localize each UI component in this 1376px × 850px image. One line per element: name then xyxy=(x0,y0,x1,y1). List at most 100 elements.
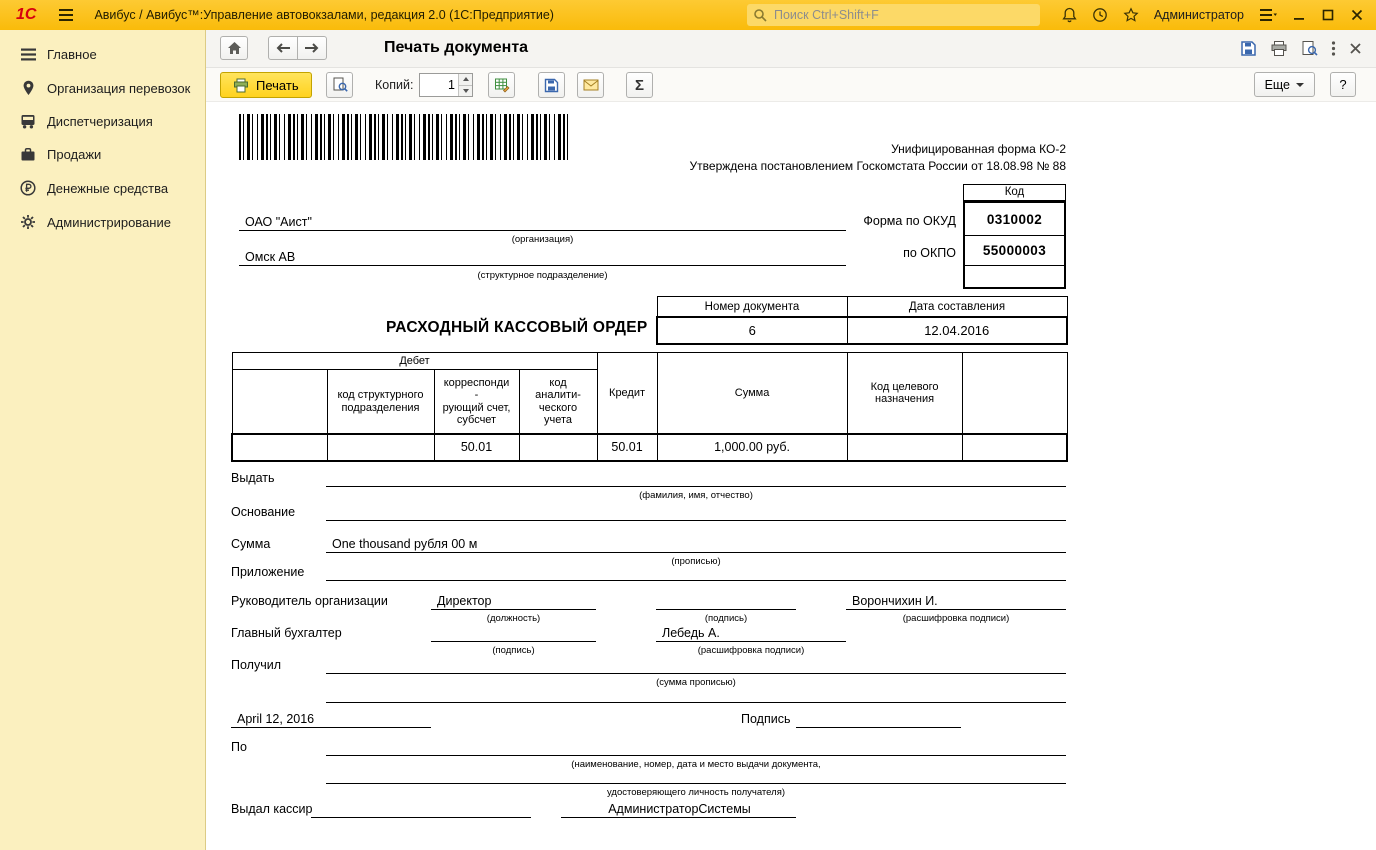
search-icon xyxy=(753,8,767,22)
issue-line xyxy=(326,470,1066,487)
accountant-sign-caption: (подпись) xyxy=(431,645,596,656)
division-caption: (структурное подразделение) xyxy=(239,270,846,281)
received-label: Получил xyxy=(231,658,281,672)
issue-caption: (фамилия, имя, отчество) xyxy=(326,490,1066,501)
analytic-code-header: код аналити- ческого учета xyxy=(519,370,597,435)
form-note-line2: Утверждена постановлением Госкомстата Ро… xyxy=(666,158,1066,175)
head-sign-caption: (подпись) xyxy=(656,613,796,624)
cashier-label: Выдал кассир xyxy=(231,802,312,816)
codes-box: 0310002 55000003 xyxy=(963,201,1066,289)
sidebar-item-main[interactable]: Главное xyxy=(0,38,205,71)
basis-label: Основание xyxy=(231,505,295,519)
corr-account-value: 50.01 xyxy=(434,434,519,461)
empty-subheader xyxy=(232,370,327,435)
table-cell xyxy=(847,434,962,461)
app-title: Авибус / Авибус™:Управление автовокзалам… xyxy=(94,8,554,22)
by-line xyxy=(326,739,1066,756)
table-cell xyxy=(232,434,327,461)
close-window-icon[interactable] xyxy=(1350,8,1364,22)
form-note-line1: Унифицированная форма КО-2 xyxy=(666,141,1066,158)
search-input[interactable] xyxy=(772,7,1026,23)
section-sidebar: Главное Организация перевозок Диспетчери… xyxy=(0,30,205,850)
location-pin-icon xyxy=(20,80,36,96)
amount-label: Сумма xyxy=(231,537,270,551)
organization-caption: (организация) xyxy=(239,234,846,245)
current-user[interactable]: Администратор xyxy=(1154,8,1244,22)
debit-header: Дебет xyxy=(232,353,597,370)
head-label: Руководитель организации xyxy=(231,594,388,608)
accountant-label: Главный бухгалтер xyxy=(231,626,342,640)
table-cell xyxy=(962,434,1067,461)
basis-line xyxy=(326,504,1066,521)
division-line: Омск АВ xyxy=(239,249,846,266)
sidebar-item-label: Администрирование xyxy=(47,215,171,230)
okpo-value: 55000003 xyxy=(965,236,1064,266)
doc-date-header: Дата составления xyxy=(847,297,1067,318)
by-label: По xyxy=(231,740,247,754)
cashier-sign-line xyxy=(311,801,531,818)
sidebar-item-money[interactable]: Денежные средства xyxy=(0,171,205,205)
sidebar-item-label: Денежные средства xyxy=(47,181,168,196)
amount-value: 1,000.00 руб. xyxy=(657,434,847,461)
okud-value: 0310002 xyxy=(965,203,1064,236)
credit-value: 50.01 xyxy=(597,434,657,461)
history-icon[interactable] xyxy=(1092,7,1108,23)
table-cell xyxy=(519,434,597,461)
accounting-table: Дебет Кредит Сумма Код целевого назначен… xyxy=(231,352,1068,462)
amount-header: Сумма xyxy=(657,353,847,435)
head-position-line: Директор xyxy=(431,593,596,610)
credit-header: Кредит xyxy=(597,353,657,435)
sidebar-item-administration[interactable]: Администрирование xyxy=(0,205,205,239)
received-continuation-line xyxy=(326,686,1066,703)
favorites-star-icon[interactable] xyxy=(1123,7,1139,23)
sidebar-item-label: Главное xyxy=(47,47,97,62)
head-sign-line xyxy=(656,593,796,610)
head-name-caption: (расшифровка подписи) xyxy=(846,613,1066,624)
head-name-line: Ворончихин И. xyxy=(846,593,1066,610)
document-title: РАСХОДНЫЙ КАССОВЫЙ ОРДЕР xyxy=(386,319,648,337)
barcode xyxy=(239,114,571,160)
table-cell xyxy=(327,434,434,461)
main-area: Печать документа Печать xyxy=(205,30,1376,850)
sidebar-item-sales[interactable]: Продажи xyxy=(0,138,205,171)
code-header-cell: Код xyxy=(963,184,1066,201)
sidebar-item-dispatch[interactable]: Диспетчеризация xyxy=(0,105,205,138)
1c-logo: 1С xyxy=(16,6,36,24)
doc-date-value: 12.04.2016 xyxy=(847,317,1067,344)
head-position-caption: (должность) xyxy=(431,613,596,624)
minimize-icon[interactable] xyxy=(1292,8,1306,22)
maximize-icon[interactable] xyxy=(1321,8,1335,22)
sidebar-item-label: Диспетчеризация xyxy=(47,114,153,129)
accountant-sign-line xyxy=(431,625,596,642)
notifications-bell-icon[interactable] xyxy=(1062,7,1077,23)
struct-code-header: код структурного подразделения xyxy=(327,370,434,435)
empty-header xyxy=(962,353,1067,435)
organization-line: ОАО "Аист" xyxy=(239,214,846,231)
briefcase-icon xyxy=(20,147,36,162)
signature-line xyxy=(796,711,961,728)
attachment-label: Приложение xyxy=(231,565,304,579)
received-line xyxy=(326,657,1066,674)
accountant-name-caption: (расшифровка подписи) xyxy=(656,645,846,656)
attachment-line xyxy=(326,564,1066,581)
ruble-coin-icon xyxy=(20,180,36,196)
accountant-name-line: Лебедь А. xyxy=(656,625,846,642)
signature-label: Подпись xyxy=(741,712,790,726)
doc-info-table: Номер документа Дата составления 6 12.04… xyxy=(656,296,1068,345)
by-caption2: удостоверяющего личность получателя) xyxy=(326,787,1066,798)
sidebar-item-label: Продажи xyxy=(47,147,101,162)
doc-number-header: Номер документа xyxy=(657,297,847,318)
cashier-name-line: АдминистраторСистемы xyxy=(561,801,796,818)
main-menu-icon[interactable] xyxy=(58,8,74,22)
menu-icon xyxy=(20,48,36,61)
sidebar-item-transport-org[interactable]: Организация перевозок xyxy=(0,71,205,105)
by-line2 xyxy=(326,767,1066,784)
target-code-header: Код целевого назначения xyxy=(847,353,962,435)
sidebar-item-label: Организация перевозок xyxy=(47,81,190,96)
doc-number-value: 6 xyxy=(657,317,847,344)
amount-words-line: One thousand рубля 00 м xyxy=(326,536,1066,553)
service-menu-icon[interactable] xyxy=(1259,8,1277,22)
corr-account-header: корреспонди - рующий счет, субсчет xyxy=(434,370,519,435)
date-line: April 12, 2016 xyxy=(231,711,431,728)
issue-label: Выдать xyxy=(231,471,275,485)
